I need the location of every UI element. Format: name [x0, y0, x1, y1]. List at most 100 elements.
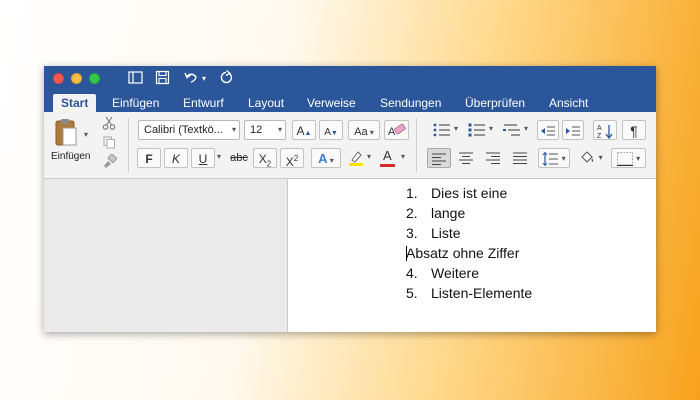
tab-sendungen[interactable]: Sendungen — [380, 94, 441, 112]
document-page[interactable]: 1. Dies ist eine 2. lange 3. Liste Absatz o… — [287, 179, 656, 332]
text-cursor — [406, 246, 407, 261]
paste-label: Einfügen — [51, 151, 91, 162]
strikethrough-button[interactable]: abc — [226, 148, 252, 168]
ribbon-separator — [128, 118, 129, 172]
svg-text:A: A — [388, 126, 396, 138]
up-arrow-icon: ▲ — [304, 130, 312, 137]
bold-button[interactable]: F — [137, 148, 161, 168]
save-icon[interactable] — [155, 70, 170, 85]
down-arrow-icon: ▼ — [330, 130, 338, 137]
change-case-icon: Aa — [354, 126, 368, 138]
align-left-icon — [432, 153, 446, 165]
tab-einfuegen[interactable]: Einfügen — [112, 94, 159, 112]
paragraph-text: Absatz ohne Ziffer — [406, 245, 520, 261]
multilevel-list-button[interactable] — [497, 120, 527, 140]
justify-button[interactable] — [508, 148, 532, 168]
close-window-button[interactable] — [53, 73, 64, 84]
show-formatting-button[interactable]: ¶ — [622, 120, 646, 140]
text-effects-icon: A — [318, 151, 328, 166]
word-window: ▾ Start Einfügen Entwurf Layout Verweise… — [44, 66, 656, 332]
highlighter-icon — [349, 151, 363, 166]
undo-dropdown-icon[interactable]: ▾ — [202, 71, 206, 87]
align-left-button[interactable] — [427, 148, 451, 168]
sort-icon: A Z — [597, 125, 613, 140]
list-item-text: Listen-Elemente — [431, 285, 533, 301]
list-item[interactable]: 2. lange — [406, 203, 532, 223]
underline-dropdown-icon[interactable]: ▾ — [217, 152, 221, 161]
cut-icon[interactable] — [102, 116, 116, 133]
numbered-list-button[interactable] — [462, 120, 492, 140]
subscript-icon: X — [258, 152, 267, 166]
borders-button[interactable]: ▾ — [611, 148, 646, 168]
plain-paragraph[interactable]: Absatz ohne Ziffer — [406, 243, 532, 263]
chevron-down-icon: ▾ — [561, 154, 566, 163]
clear-formatting-button[interactable]: A — [384, 120, 409, 140]
line-spacing-button[interactable]: ▾ — [538, 148, 570, 168]
italic-button[interactable]: K — [164, 148, 188, 168]
borders-icon — [616, 152, 633, 167]
align-center-icon — [459, 152, 473, 164]
multilevel-list-icon — [503, 124, 520, 136]
list-item[interactable]: 3. Liste — [406, 223, 532, 243]
undo-icon[interactable] — [183, 70, 199, 85]
decrease-indent-button[interactable] — [537, 120, 559, 140]
list-item[interactable]: 5. Listen-Elemente — [406, 283, 532, 303]
title-bar: ▾ — [44, 66, 656, 91]
font-name-value: Calibri (Textkö... — [144, 124, 223, 136]
superscript-icon: X — [285, 155, 294, 169]
tab-verweise[interactable]: Verweise — [307, 94, 356, 112]
chevron-down-icon: ▾ — [277, 125, 282, 134]
grow-font-button[interactable]: A▲ — [292, 120, 316, 140]
list-item[interactable]: 1. Dies ist eine — [406, 183, 532, 203]
subscript-button[interactable]: X2 — [253, 148, 277, 168]
superscript-button[interactable]: X2 — [280, 148, 304, 169]
sort-button[interactable]: A Z — [593, 120, 617, 140]
redo-icon[interactable] — [219, 70, 234, 85]
list-number: 5. — [406, 285, 418, 301]
sidebar-icon[interactable] — [128, 70, 143, 85]
paste-button[interactable] — [55, 118, 77, 148]
svg-text:Z: Z — [597, 133, 602, 139]
document-text[interactable]: 1. Dies ist eine 2. lange 3. Liste Absatz o… — [406, 183, 532, 303]
align-center-button[interactable] — [454, 148, 478, 168]
justify-icon — [513, 152, 527, 164]
shrink-font-icon: A — [324, 127, 331, 138]
underline-button[interactable]: U — [191, 148, 215, 168]
highlight-button[interactable]: ▾ — [344, 148, 374, 168]
font-color-button[interactable]: A ▾ — [377, 148, 409, 168]
chevron-down-icon: ▾ — [327, 156, 334, 165]
tab-ueberpruefen[interactable]: Überprüfen — [465, 94, 525, 112]
shading-button[interactable]: ▾ — [576, 148, 606, 168]
paint-bucket-icon — [581, 151, 594, 163]
shrink-font-button[interactable]: A▼ — [319, 120, 343, 140]
copy-icon[interactable] — [103, 136, 116, 152]
line-spacing-icon — [542, 151, 559, 167]
format-painter-icon[interactable] — [102, 153, 117, 171]
eraser-icon: A — [388, 123, 406, 138]
text-effects-button[interactable]: A ▾ — [311, 148, 341, 168]
font-color-swatch — [380, 164, 395, 167]
paste-dropdown-icon[interactable]: ▾ — [84, 130, 88, 139]
minimize-window-button[interactable] — [71, 73, 82, 84]
increase-indent-button[interactable] — [562, 120, 584, 140]
list-item[interactable]: 4. Weitere — [406, 263, 532, 283]
chevron-down-icon[interactable]: ▾ — [454, 124, 458, 133]
tab-start[interactable]: Start — [53, 94, 97, 112]
grow-font-icon: A — [296, 124, 305, 138]
numbered-list-icon — [468, 123, 485, 137]
chevron-down-icon: ▾ — [367, 128, 374, 137]
change-case-button[interactable]: Aa ▾ — [348, 120, 380, 140]
font-size-select[interactable]: 12 ▾ — [244, 120, 286, 140]
tab-ansicht[interactable]: Ansicht — [549, 94, 588, 112]
tab-entwurf[interactable]: Entwurf — [183, 94, 224, 112]
chevron-down-icon[interactable]: ▾ — [524, 124, 528, 133]
maximize-window-button[interactable] — [89, 73, 100, 84]
ribbon-tab-bar: Start Einfügen Entwurf Layout Verweise S… — [44, 91, 656, 112]
align-right-button[interactable] — [481, 148, 505, 168]
chevron-down-icon[interactable]: ▾ — [489, 124, 493, 133]
tab-layout[interactable]: Layout — [248, 94, 284, 112]
font-name-select[interactable]: Calibri (Textkö... ▾ — [138, 120, 240, 140]
subscript-mark: 2 — [266, 159, 272, 169]
increase-indent-icon — [566, 126, 580, 136]
bullet-list-button[interactable] — [427, 120, 457, 140]
